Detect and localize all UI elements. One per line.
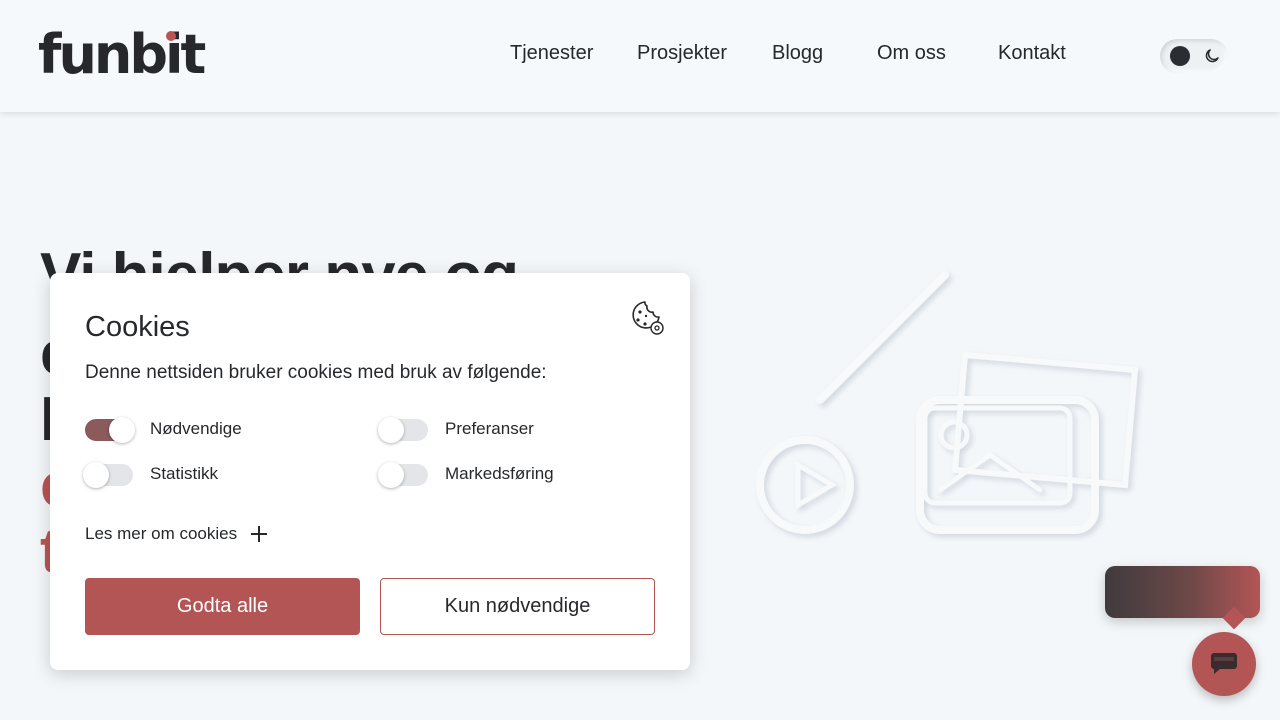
only-necessary-button[interactable]: Kun nødvendige: [380, 578, 655, 635]
main-nav: Tjenester Prosjekter Blogg Om oss Kontak…: [0, 42, 1280, 72]
nav-item-prosjekter[interactable]: Prosjekter: [637, 42, 727, 65]
toggle-switch[interactable]: [378, 417, 428, 443]
cookie-option-label: Preferanser: [445, 419, 534, 438]
read-more-cookies-link[interactable]: Les mer om cookies: [85, 524, 237, 544]
nav-item-kontakt[interactable]: Kontakt: [998, 42, 1066, 65]
moon-icon: [1205, 49, 1219, 63]
nav-item-om-oss[interactable]: Om oss: [877, 42, 946, 65]
plus-icon[interactable]: [250, 525, 268, 543]
cookie-description: Denne nettsiden bruker cookies med bruk …: [85, 362, 547, 383]
theme-toggle[interactable]: [1160, 39, 1228, 73]
toggle-switch[interactable]: [378, 462, 428, 488]
toggle-switch[interactable]: [83, 462, 133, 488]
cookie-settings-icon: [632, 301, 664, 335]
site-header: funbit Tjenester Prosjekter Blogg Om oss…: [0, 0, 1280, 112]
cookie-option-label: Statistikk: [150, 464, 219, 483]
chat-launcher-button[interactable]: [1192, 632, 1256, 696]
theme-toggle-knob: [1170, 46, 1190, 66]
cookie-dialog: Cookies Denne nettsiden bruker cookies m…: [50, 273, 690, 670]
cookie-option-label: Markedsføring: [445, 464, 554, 483]
hero-illustration: [756, 271, 1139, 534]
accept-all-button[interactable]: Godta alle: [85, 578, 360, 635]
nav-item-tjenester[interactable]: Tjenester: [510, 42, 593, 65]
chat-icon: [1211, 653, 1237, 674]
nav-item-blogg[interactable]: Blogg: [772, 42, 823, 65]
cookie-option-label: Nødvendige: [150, 419, 242, 438]
logo-dot: [166, 31, 176, 41]
toggle-switch[interactable]: [85, 417, 135, 443]
cookie-title: Cookies: [85, 311, 190, 343]
